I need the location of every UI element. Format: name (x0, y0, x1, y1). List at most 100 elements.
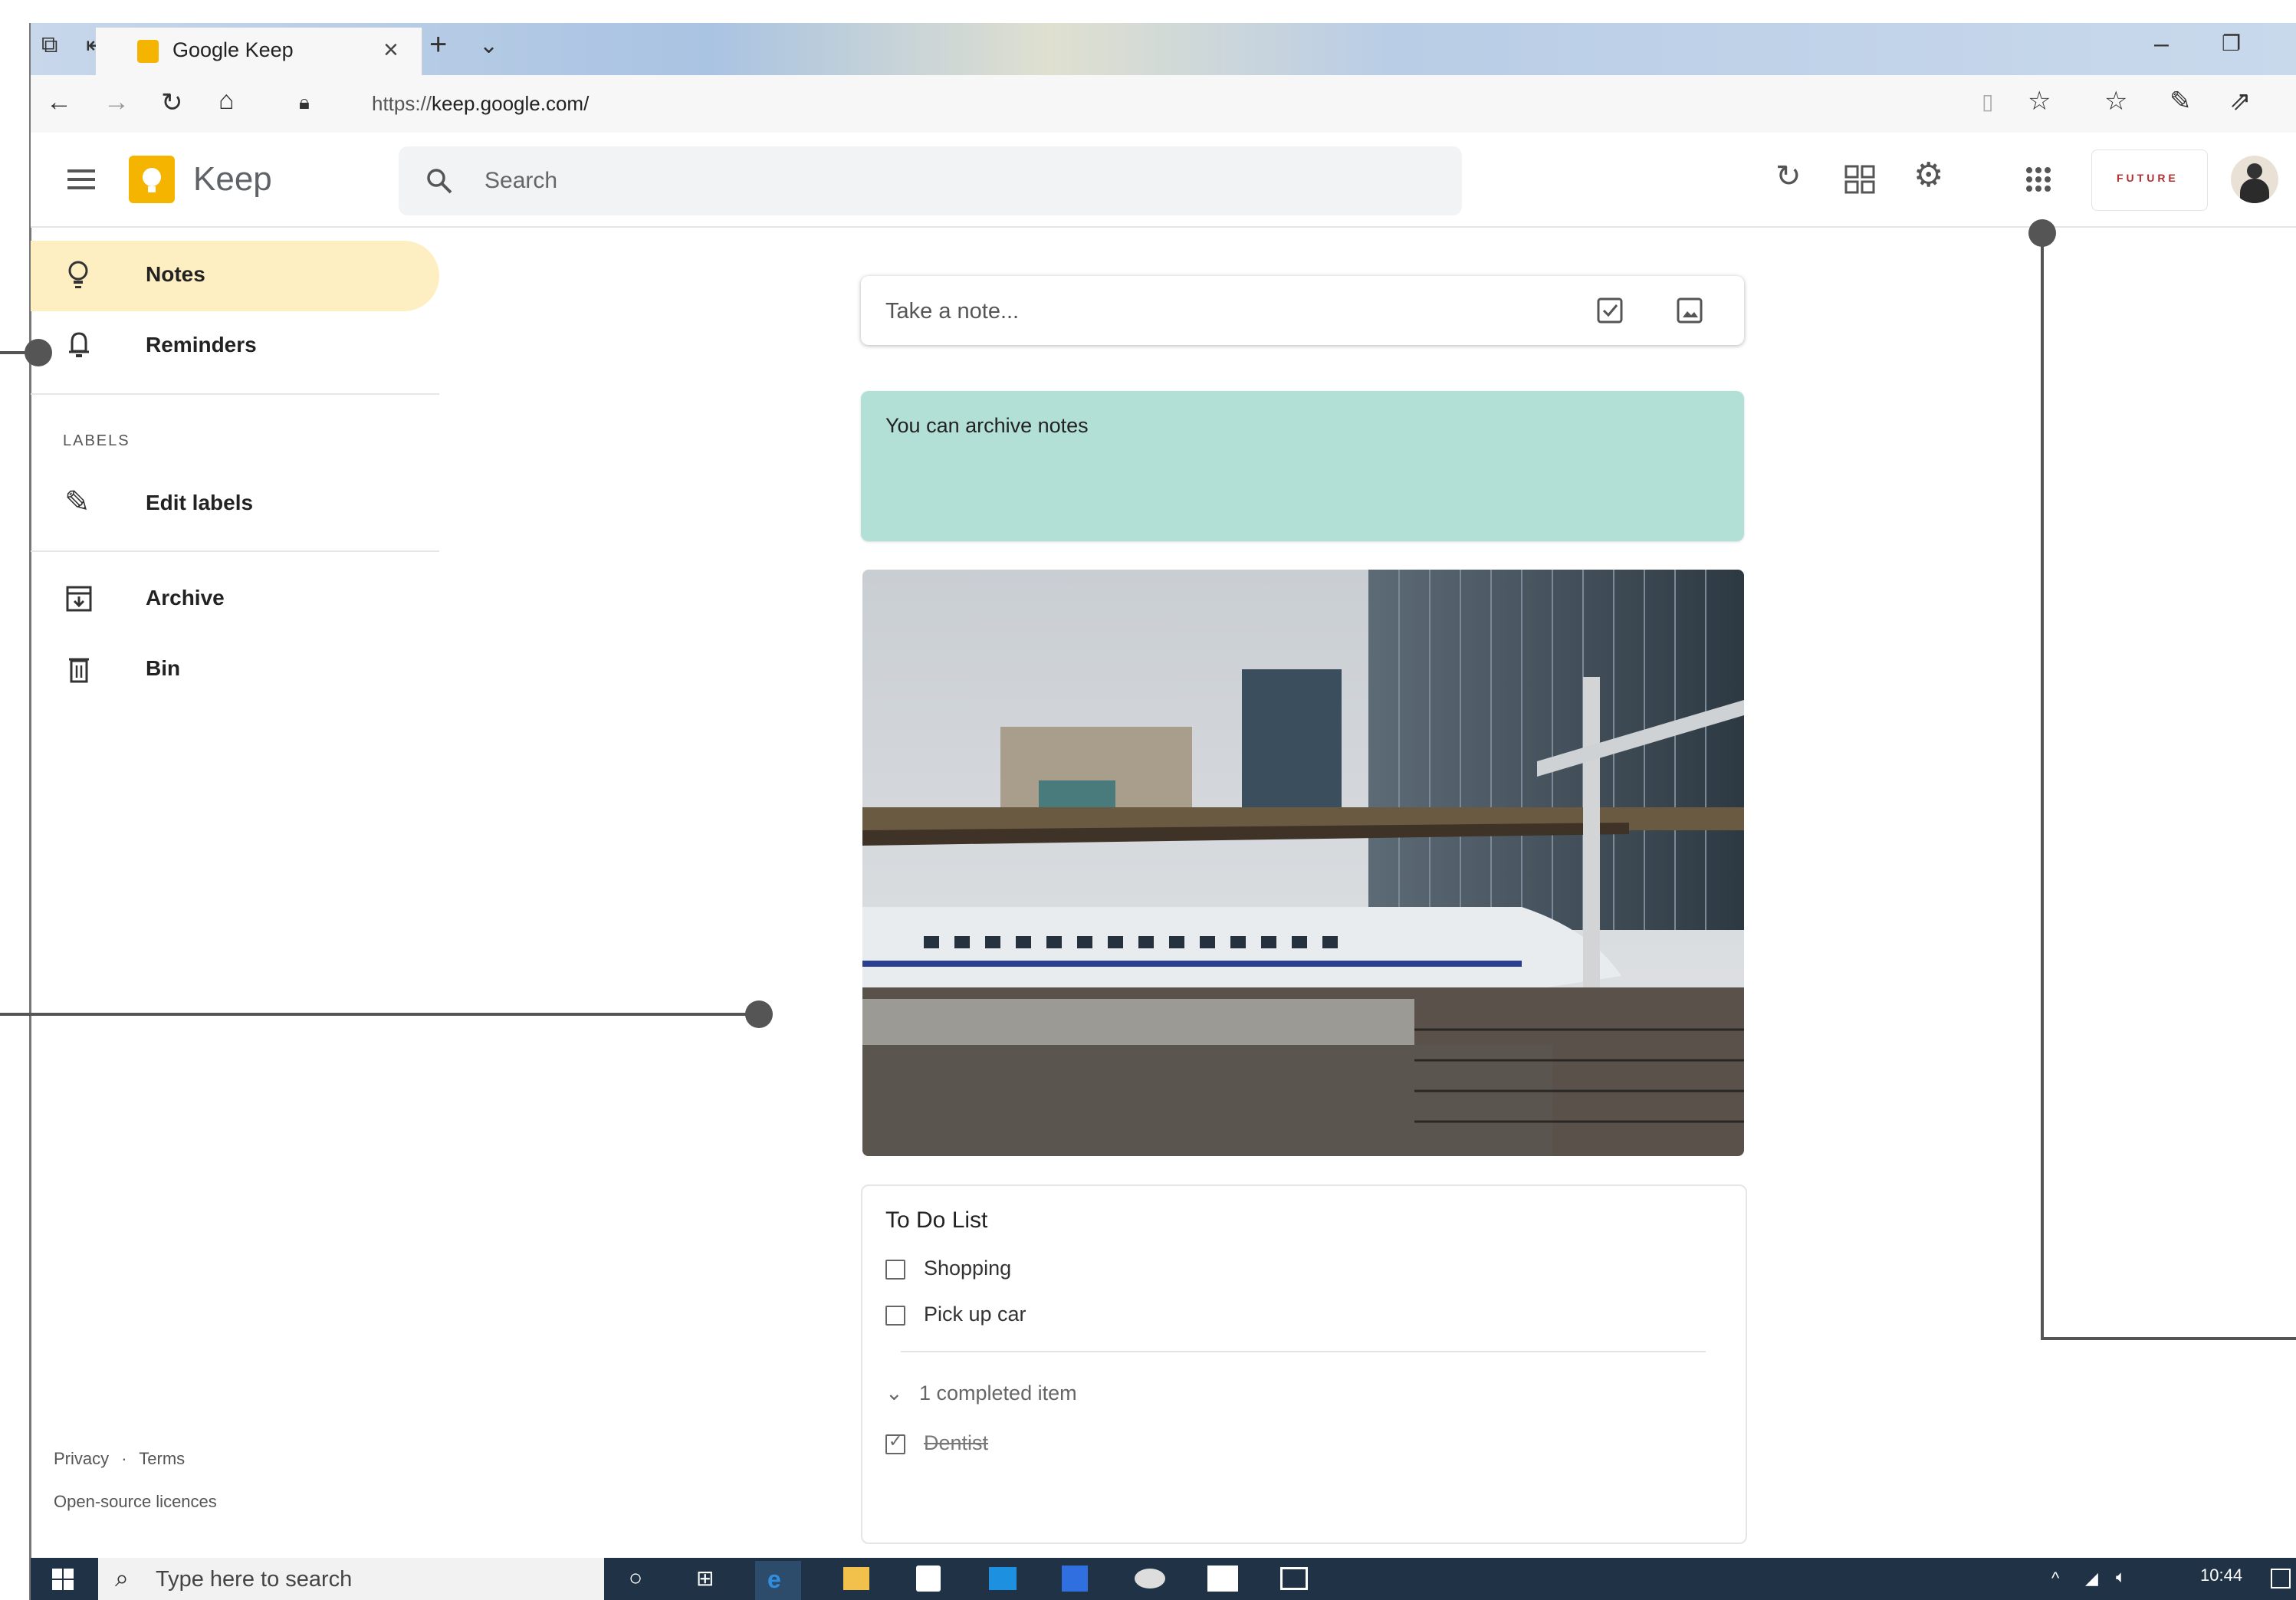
checkbox-unchecked[interactable] (885, 1259, 905, 1280)
favorites-list-icon[interactable]: ☆ (2104, 86, 2127, 117)
window-app-icon[interactable] (1280, 1567, 1308, 1590)
new-tab-icon[interactable]: + (429, 28, 447, 62)
sidebar-item-edit-labels[interactable]: ✎ Edit labels (31, 469, 439, 540)
sidebar-item-label: Bin (146, 656, 181, 680)
network-icon[interactable]: ◢ (2085, 1569, 2098, 1589)
chevron-down-icon: ⌄ (885, 1382, 903, 1405)
calendar-icon[interactable] (1062, 1566, 1088, 1592)
volume-icon[interactable]: 🔈︎ (2116, 1567, 2126, 1587)
list-item[interactable]: Pick up car (885, 1303, 1026, 1326)
url-scheme: https:// (372, 92, 432, 115)
completed-items-toggle[interactable]: ⌄ 1 completed item (885, 1382, 1077, 1405)
checkbox-checked[interactable]: ✓ (885, 1431, 905, 1454)
reading-view-icon[interactable]: ▯ (1982, 89, 1993, 114)
note-text: You can archive notes (885, 414, 1089, 437)
list-item-text: Shopping (924, 1257, 1012, 1280)
sidebar-item-label: Archive (146, 586, 225, 609)
refresh-icon[interactable]: ↻ (161, 87, 183, 118)
share-icon[interactable]: ⇗ (2229, 86, 2252, 117)
back-icon[interactable]: ← (46, 87, 72, 117)
app-name: Keep (193, 160, 272, 198)
restore-icon[interactable]: ❐ (2222, 31, 2241, 56)
keep-header: Keep Search ↻ ⚙ FUTURE (31, 133, 2296, 228)
archive-icon (66, 586, 92, 612)
note-card-archive-tip[interactable]: You can archive notes (861, 391, 1744, 541)
notifications-icon[interactable] (2271, 1569, 2291, 1589)
callout-dot (745, 1000, 773, 1028)
cortana-icon[interactable]: ○ (629, 1566, 642, 1592)
labels-heading: LABELS (63, 432, 130, 449)
tray-chevron-up-icon[interactable]: ^ (2051, 1569, 2059, 1589)
edge-taskbar-button[interactable]: e (755, 1561, 801, 1600)
terms-link[interactable]: Terms (139, 1449, 185, 1468)
keep-favicon (137, 40, 159, 63)
checkbox-unchecked[interactable] (885, 1305, 905, 1326)
file-explorer-icon[interactable] (843, 1567, 869, 1590)
sidebar-divider (31, 393, 439, 395)
sidebar-item-archive[interactable]: Archive (31, 564, 439, 635)
settings-gear-icon[interactable]: ⚙ (1913, 156, 1943, 195)
taskbar-search-placeholder: Type here to search (156, 1567, 353, 1592)
sidebar-item-bin[interactable]: Bin (31, 635, 439, 705)
todo-divider (901, 1351, 1706, 1352)
image-note-train-photo[interactable] (862, 570, 1744, 1156)
movies-icon[interactable] (1207, 1566, 1238, 1592)
clock-time[interactable]: 10:44 (2200, 1566, 2242, 1585)
callout-line (2041, 230, 2044, 1340)
search-input[interactable]: Search (399, 146, 1462, 215)
search-icon (427, 169, 452, 194)
pencil-icon: ✎ (64, 485, 90, 519)
list-item-text: Dentist (924, 1431, 989, 1454)
windows-start-icon[interactable] (52, 1569, 74, 1590)
google-apps-icon[interactable] (2025, 166, 2051, 192)
trash-icon (69, 658, 89, 683)
close-tab-icon[interactable]: × (383, 35, 399, 65)
completed-count: 1 completed item (919, 1382, 1077, 1405)
refresh-notes-icon[interactable]: ↻ (1775, 159, 1802, 194)
task-view-icon[interactable]: ⊞ (696, 1566, 714, 1591)
taskbar-search-input[interactable]: ⌕ Type here to search (98, 1558, 604, 1600)
sidebar-item-reminders[interactable]: Reminders (31, 311, 439, 382)
tab-list-chevron-icon[interactable]: ⌄ (479, 32, 498, 59)
callout-line (2041, 1337, 2296, 1340)
store-icon[interactable] (916, 1566, 941, 1592)
sidebar-item-label: Notes (146, 262, 205, 286)
avatar-body (2240, 179, 2269, 203)
tab-actions-icon[interactable]: ⧉ (41, 32, 57, 58)
note-card-todo-list[interactable]: To Do List Shopping Pick up car ⌄ 1 compl… (861, 1184, 1747, 1544)
new-image-note-icon[interactable] (1677, 297, 1703, 324)
list-item-text: Pick up car (924, 1303, 1026, 1326)
url-host: keep.google.com/ (432, 92, 590, 115)
mail-icon[interactable] (989, 1567, 1017, 1590)
sidebar-item-label: Edit labels (146, 491, 254, 514)
list-view-icon[interactable] (1844, 165, 1875, 194)
tab-title: Google Keep (172, 38, 294, 61)
favorite-star-icon[interactable]: ☆ (2028, 86, 2051, 117)
edge-icon: e (767, 1566, 781, 1593)
pen-icon[interactable]: ✎ (2170, 86, 2192, 117)
take-note-input[interactable]: Take a note... (861, 276, 1744, 345)
minimize-icon[interactable]: – (2154, 29, 2169, 59)
take-note-placeholder: Take a note... (885, 299, 1020, 324)
app-icon[interactable] (1135, 1569, 1165, 1589)
list-item[interactable]: Shopping (885, 1257, 1011, 1280)
keep-logo-icon (129, 156, 175, 203)
list-item-completed[interactable]: ✓ Dentist (885, 1431, 988, 1455)
avatar[interactable] (2231, 156, 2278, 203)
address-bar[interactable]: https://keep.google.com/ (372, 92, 589, 116)
privacy-link[interactable]: Privacy (54, 1449, 109, 1468)
note-title: To Do List (885, 1207, 988, 1233)
lock-icon: 🔒︎ (299, 90, 310, 113)
callout-dot (25, 339, 52, 366)
new-list-checkbox-icon[interactable] (1597, 297, 1623, 324)
licences-link[interactable]: Open-source licences (54, 1492, 217, 1512)
sidebar-item-notes[interactable]: Notes (31, 241, 439, 311)
home-icon[interactable]: ⌂ (218, 86, 235, 116)
brand-badge-text: FUTURE (2117, 172, 2179, 184)
windows-taskbar: ⌕ Type here to search ○ ⊞ e ^ ◢ 🔈︎ 10:44 (31, 1558, 2296, 1600)
main-menu-icon[interactable] (67, 168, 95, 191)
forward-icon[interactable]: → (103, 87, 130, 117)
sidebar-divider (31, 550, 439, 552)
browser-tab[interactable]: Google Keep × (96, 28, 422, 75)
brand-badge[interactable]: FUTURE (2091, 149, 2208, 211)
